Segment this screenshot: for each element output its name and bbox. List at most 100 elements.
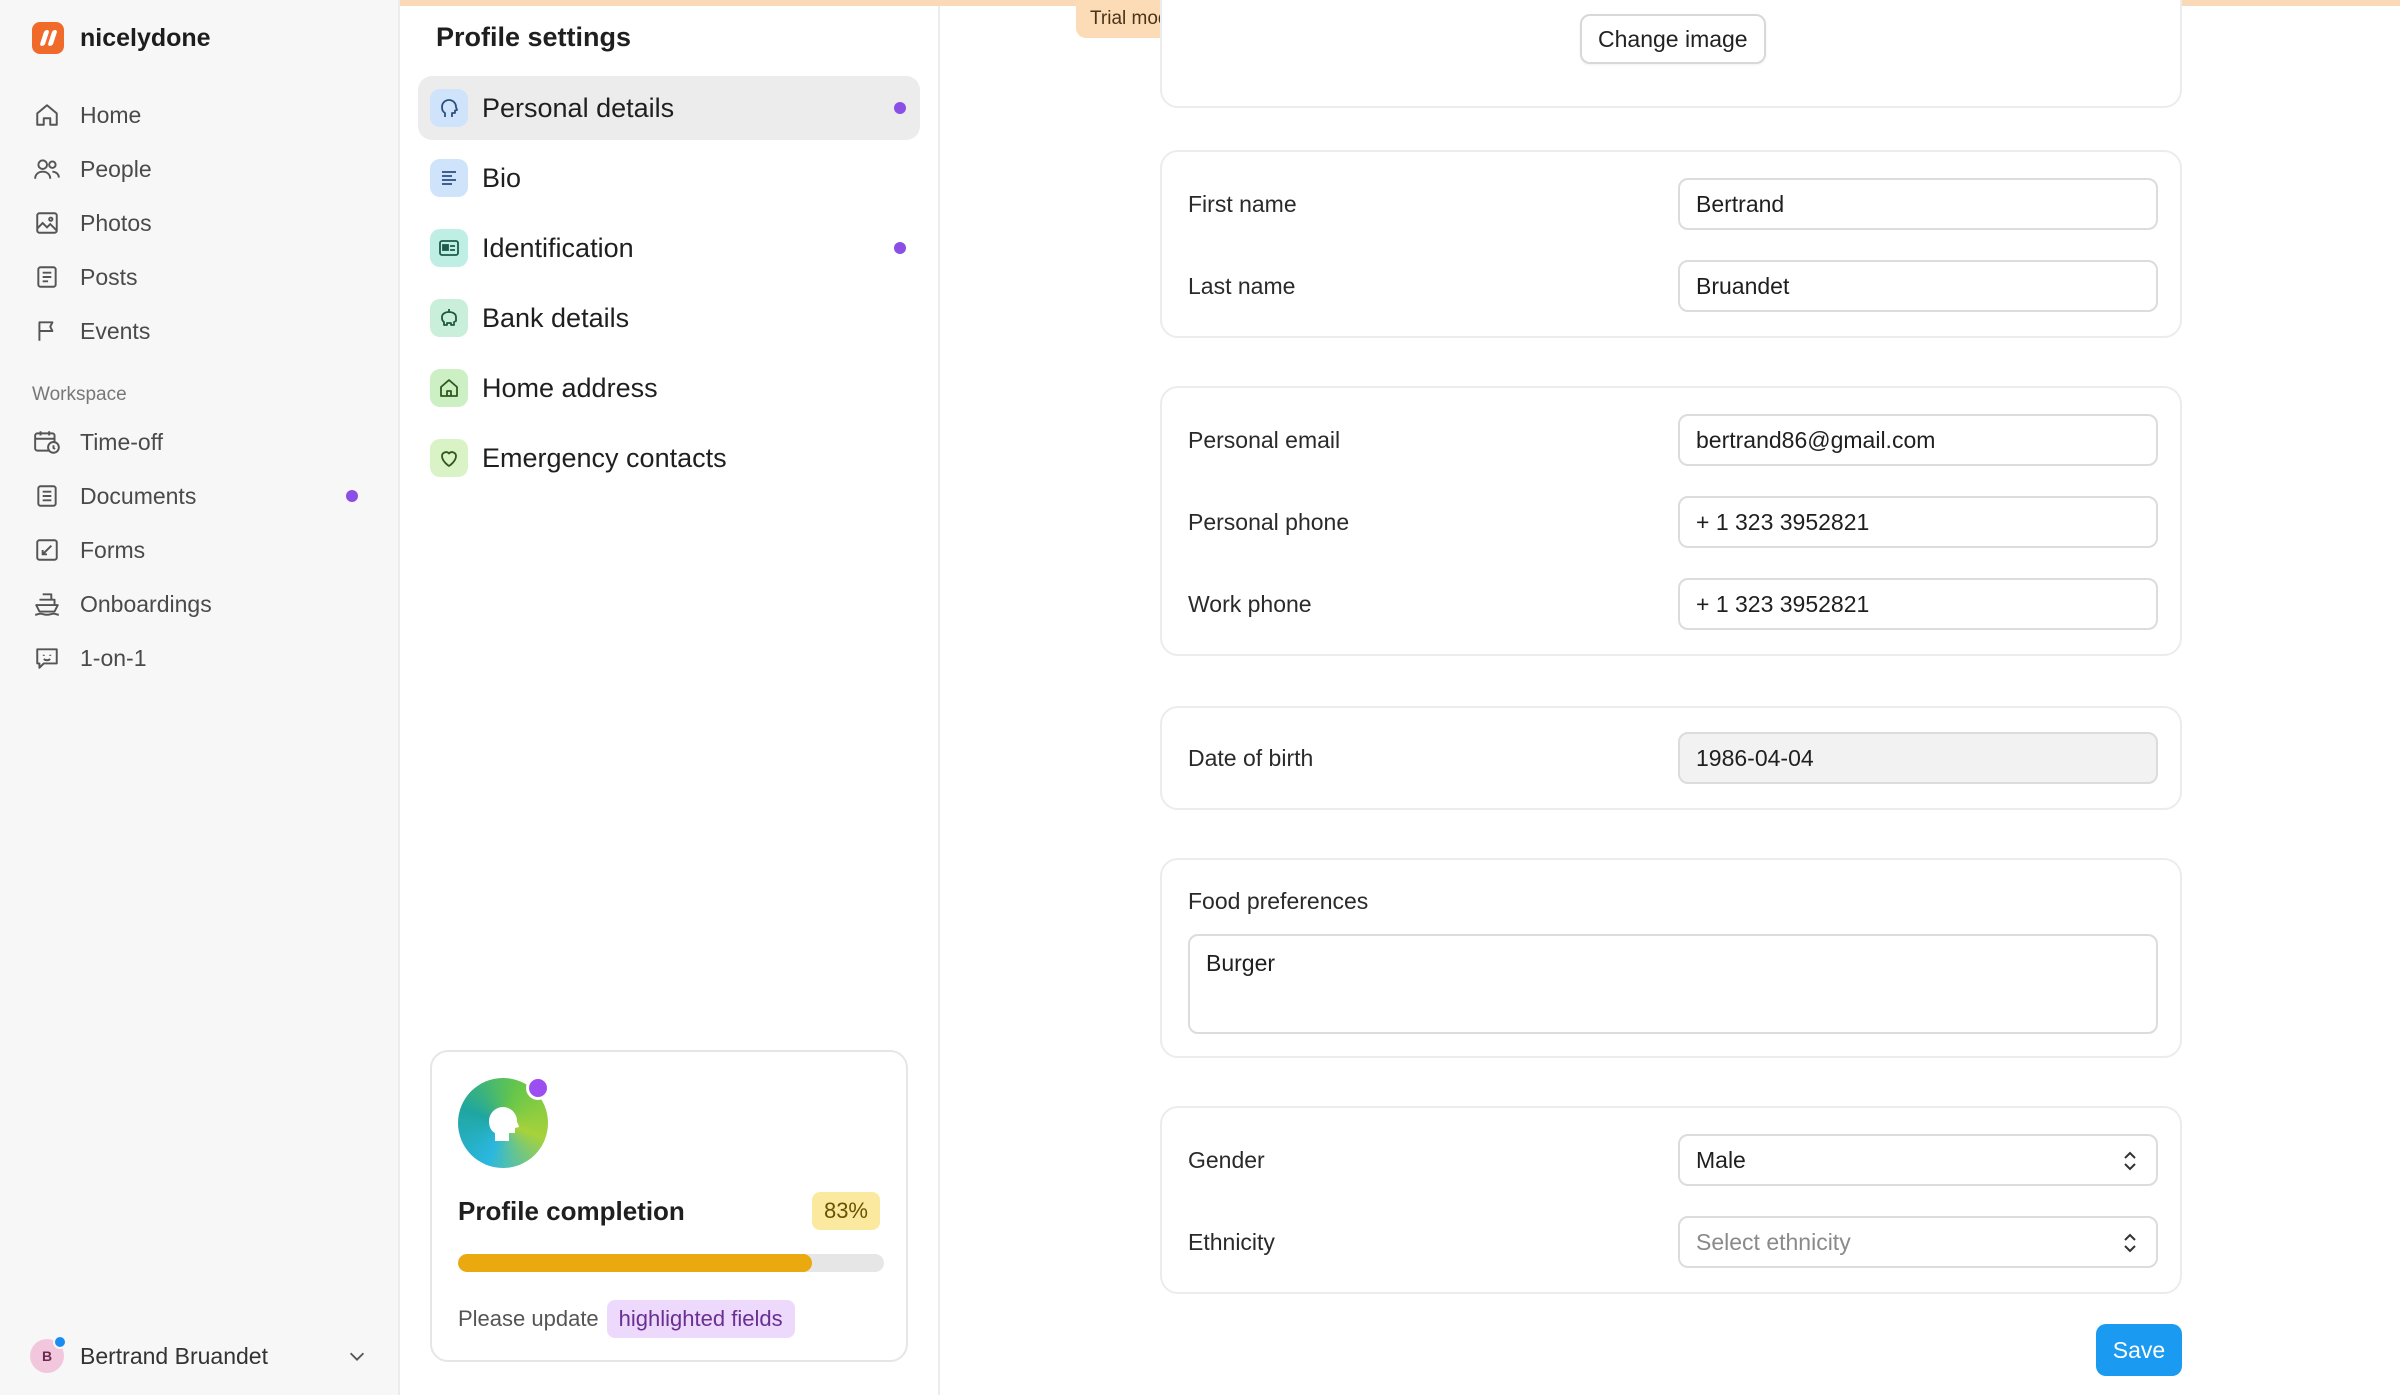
completion-percent-badge: 83% (811, 1192, 880, 1230)
gender-row: Gender Male (1188, 1134, 2158, 1186)
brand-name: nicelydone (80, 23, 211, 52)
sidebar-item-home[interactable]: Home (20, 88, 378, 142)
gender-select-value: Male (1696, 1146, 1746, 1173)
sidebar-item-label: Home (80, 101, 142, 128)
first-name-label: First name (1188, 190, 1297, 217)
user-menu[interactable]: B Bertrand Bruandet (30, 1335, 370, 1376)
sidebar-item-photos[interactable]: Photos (20, 196, 378, 250)
ethnicity-row: Ethnicity Select ethnicity (1188, 1216, 2158, 1268)
piggy-bank-icon (430, 299, 468, 337)
sidebar-item-1-on-1[interactable]: 1-on-1 (20, 631, 378, 685)
name-card: First name Last name (1160, 150, 2182, 338)
work-phone-label: Work phone (1188, 590, 1312, 617)
gender-select[interactable]: Male (1678, 1134, 2158, 1186)
ethnicity-select[interactable]: Select ethnicity (1678, 1216, 2158, 1268)
text-lines-icon (430, 159, 468, 197)
settings-item-label: Emergency contacts (482, 442, 727, 473)
profile-settings-panel: Profile settings Personal details Bio Id… (400, 0, 940, 1395)
first-name-row: First name (1188, 178, 2158, 230)
sidebar-item-documents[interactable]: Documents (20, 469, 378, 523)
main-nav: Home People Photos Posts Events (20, 88, 378, 358)
sidebar-item-label: Forms (80, 536, 146, 563)
gender-label: Gender (1188, 1146, 1265, 1173)
last-name-input[interactable] (1678, 260, 2158, 312)
people-icon (32, 154, 62, 184)
form-icon (32, 535, 62, 565)
home-icon (32, 100, 62, 130)
settings-item-identification[interactable]: Identification (418, 216, 920, 280)
change-image-button[interactable]: Change image (1580, 14, 1766, 64)
personal-email-row: Personal email (1188, 414, 2158, 466)
save-button[interactable]: Save (2096, 1324, 2182, 1376)
brand[interactable]: nicelydone (32, 22, 211, 54)
completion-title: Profile completion (458, 1196, 685, 1226)
app-sidebar: nicelydone Home People Photos Posts Even… (0, 0, 400, 1395)
sidebar-item-label: Documents (80, 482, 197, 509)
completion-note: Please update highlighted fields (458, 1300, 795, 1338)
chevron-up-down-icon (2124, 1233, 2136, 1253)
flag-icon (32, 316, 62, 346)
work-phone-input[interactable] (1678, 578, 2158, 630)
personal-phone-row: Personal phone (1188, 496, 2158, 548)
settings-item-label: Bio (482, 162, 522, 193)
sidebar-item-label: Events (80, 317, 151, 344)
settings-item-label: Home address (482, 372, 658, 403)
sidebar-item-people[interactable]: People (20, 142, 378, 196)
chevron-down-icon[interactable] (344, 1343, 370, 1369)
first-name-input[interactable] (1678, 178, 2158, 230)
brand-logo-icon (32, 22, 64, 54)
sidebar-item-label: 1-on-1 (80, 644, 147, 671)
completion-note-text: Please update (458, 1306, 599, 1331)
profile-completion-card: Profile completion 83% Please update hig… (430, 1050, 908, 1362)
sidebar-item-forms[interactable]: Forms (20, 523, 378, 577)
notification-dot (526, 1076, 550, 1100)
last-name-row: Last name (1188, 260, 2158, 312)
workspace-nav: Time-off Documents Forms Onboardings 1-o… (20, 415, 378, 685)
notification-dot (894, 102, 906, 114)
house-icon (430, 369, 468, 407)
avatar-initial: B (41, 1348, 53, 1364)
settings-nav: Personal details Bio Identification Bank… (418, 76, 920, 496)
heart-icon (430, 439, 468, 477)
settings-item-bio[interactable]: Bio (418, 146, 920, 210)
settings-item-bank-details[interactable]: Bank details (418, 286, 920, 350)
page-title: Profile settings (436, 22, 632, 52)
profile-image-card: Change image (1160, 0, 2182, 108)
workspace-section-label: Workspace (32, 384, 127, 405)
photos-icon (32, 208, 62, 238)
food-preferences-textarea[interactable]: Burger (1188, 934, 2158, 1034)
sidebar-item-label: People (80, 155, 152, 182)
sidebar-item-events[interactable]: Events (20, 304, 378, 358)
food-preferences-label: Food preferences (1188, 888, 1369, 914)
completion-progress-fill (458, 1254, 812, 1272)
settings-item-emergency-contacts[interactable]: Emergency contacts (418, 426, 920, 490)
personal-phone-input[interactable] (1678, 496, 2158, 548)
ship-icon (32, 589, 62, 619)
sidebar-item-label: Photos (80, 209, 152, 236)
personal-email-input[interactable] (1678, 414, 2158, 466)
work-phone-row: Work phone (1188, 578, 2158, 630)
posts-icon (32, 262, 62, 292)
chevron-up-down-icon (2124, 1151, 2136, 1171)
id-card-icon (430, 229, 468, 267)
settings-item-label: Identification (482, 232, 634, 263)
sidebar-item-label: Posts (80, 263, 138, 290)
personal-email-label: Personal email (1188, 426, 1341, 453)
date-of-birth-row: Date of birth (1188, 732, 2158, 784)
date-of-birth-input[interactable] (1678, 732, 2158, 784)
ethnicity-select-placeholder: Select ethnicity (1696, 1228, 1851, 1255)
sidebar-item-onboardings[interactable]: Onboardings (20, 577, 378, 631)
settings-item-label: Bank details (482, 302, 630, 333)
sidebar-item-posts[interactable]: Posts (20, 250, 378, 304)
settings-item-personal-details[interactable]: Personal details (418, 76, 920, 140)
sidebar-item-time-off[interactable]: Time-off (20, 415, 378, 469)
highlighted-fields-tag[interactable]: highlighted fields (606, 1300, 795, 1338)
document-icon (32, 481, 62, 511)
status-dot (53, 1335, 67, 1349)
settings-item-home-address[interactable]: Home address (418, 356, 920, 420)
notification-dot (894, 242, 906, 254)
birth-card: Date of birth (1160, 706, 2182, 810)
sidebar-item-label: Time-off (80, 428, 164, 455)
completion-progress-bar (458, 1254, 884, 1272)
calendar-clock-icon (32, 427, 62, 457)
